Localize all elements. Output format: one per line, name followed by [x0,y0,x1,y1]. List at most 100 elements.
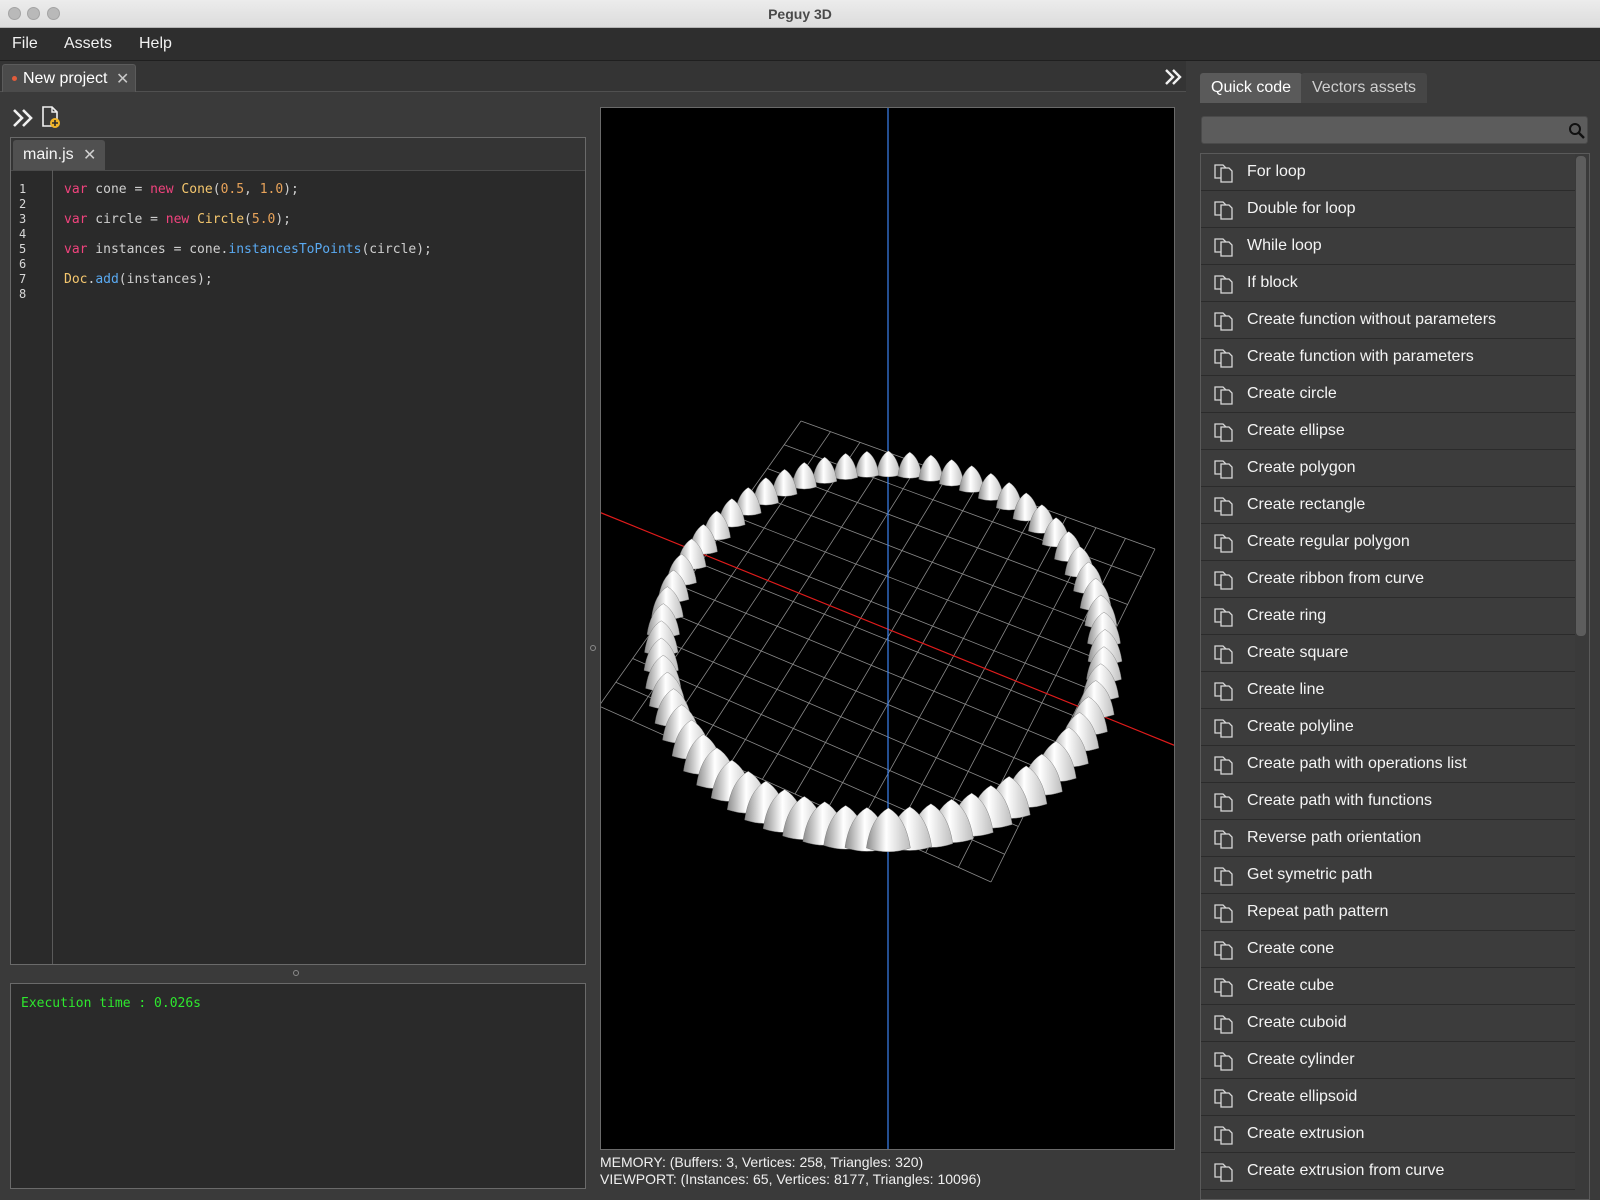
list-item-label: Create path with operations list [1247,755,1467,772]
code-text: , [244,182,260,197]
list-item[interactable]: Create extrusion [1201,1116,1575,1153]
code-editor[interactable]: main.js ✕ 1 2 3 4 5 6 7 8 var cone = new… [10,137,586,965]
grid-line [859,506,1038,824]
copy-snippet-icon [1214,460,1233,479]
line-number: 2 [19,197,27,211]
menu-assets[interactable]: Assets [64,35,112,53]
copy-snippet-icon [1214,423,1233,442]
list-item[interactable]: Create line [1201,672,1575,709]
list-item-label: Create ellipse [1247,422,1345,439]
list-item[interactable]: If block [1201,265,1575,302]
search-icon[interactable] [1568,122,1586,140]
copy-snippet-icon [1214,608,1233,627]
list-item-label: Repeat path pattern [1247,903,1389,920]
execution-time-text: Execution time : 0.026s [21,996,202,1011]
cone-instance [918,454,944,482]
list-item-label: While loop [1247,237,1322,254]
code-number: 1.0 [259,182,284,197]
menu-file[interactable]: File [12,35,38,53]
tab-vectors-assets[interactable]: Vectors assets [1301,73,1428,103]
snippet-list: Create extrusion from curve Create extrus… [1200,153,1590,1200]
copy-snippet-icon [1214,238,1233,257]
search-input[interactable] [1208,120,1552,142]
copy-snippet-icon [1214,1126,1233,1145]
run-code-icon[interactable] [12,107,34,129]
code-function: instancesToPoints [228,242,362,257]
close-tab-icon[interactable]: ✕ [116,69,129,89]
line-number: 4 [19,227,27,241]
editor-viewport-splitter[interactable] [590,645,596,651]
list-item-label: Create regular polygon [1247,533,1410,550]
copy-snippet-icon [1214,1052,1233,1071]
list-item[interactable]: Create cone [1201,931,1575,968]
project-tab[interactable]: New project ✕ [2,64,136,92]
copy-snippet-icon [1214,682,1233,701]
list-item[interactable]: For loop [1201,154,1575,191]
menu-help[interactable]: Help [139,35,172,53]
list-item[interactable]: Get symetric path [1201,857,1575,894]
list-item-label: Create cone [1247,940,1335,957]
code-text: (circle); [361,242,432,257]
close-file-tab-icon[interactable]: ✕ [83,145,96,165]
code-keyword: var [64,212,88,227]
code-text: (instances); [118,272,213,287]
list-item[interactable]: Create function with parameters [1201,339,1575,376]
list-item-label: If block [1247,274,1298,291]
memory-stats: MEMORY: (Buffers: 3, Vertices: 258, Tria… [600,1154,924,1170]
list-item[interactable]: Create ellipse [1201,413,1575,450]
list-item-label: Double for loop [1247,200,1356,217]
list-item[interactable]: Repeat path pattern [1201,894,1575,931]
list-item[interactable]: Create polygon [1201,450,1575,487]
code-line-1: var cone = new Cone(0.5, 1.0); [64,182,299,197]
list-item[interactable]: Create function without parameters [1201,302,1575,339]
copy-snippet-icon [1214,867,1233,886]
copy-snippet-icon [1214,793,1233,812]
code-text: ); [283,182,299,197]
collapse-panel-icon[interactable] [1162,66,1184,88]
list-item-label: Create ellipsoid [1247,1088,1358,1105]
tab-quick-code[interactable]: Quick code [1200,73,1303,103]
copy-snippet-icon [1214,349,1233,368]
list-item[interactable]: Create cylinder [1201,1042,1575,1079]
code-keyword: new [150,182,174,197]
list-item[interactable]: Create polyline [1201,709,1575,746]
project-tab-label: New project [23,70,108,87]
copy-snippet-icon [1214,164,1233,183]
3d-viewport[interactable] [600,107,1175,1150]
list-item[interactable]: Create regular polygon [1201,524,1575,561]
grid-line [990,548,1156,883]
cone-instance [812,456,838,484]
editor-console-splitter[interactable] [293,970,299,976]
list-item[interactable]: While loop [1201,228,1575,265]
list-scrollbar[interactable] [1576,156,1586,636]
line-number: 1 [19,182,27,196]
list-item[interactable]: Create ring [1201,598,1575,635]
copy-snippet-icon [1214,830,1233,849]
list-item[interactable]: Reverse path orientation [1201,820,1575,857]
list-item[interactable]: Create cube [1201,968,1575,1005]
right-panel: Quick code Vectors assets Create extrusi… [1186,61,1600,1200]
list-item[interactable]: Create rectangle [1201,487,1575,524]
new-file-icon[interactable] [40,105,62,129]
list-item[interactable]: Create ellipsoid [1201,1079,1575,1116]
code-class: Circle [197,212,245,227]
list-item[interactable]: Create path with functions [1201,783,1575,820]
code-line-7: Doc.add(instances); [64,272,213,287]
list-item[interactable]: Create extrusion from curve [1201,1153,1575,1190]
grid-line [699,563,1074,716]
list-item[interactable]: Create square [1201,635,1575,672]
list-item[interactable]: Create circle [1201,376,1575,413]
cone-instance [833,453,858,480]
copy-snippet-icon [1214,571,1233,590]
file-tab-main-js[interactable]: main.js ✕ [13,140,105,170]
list-item-label: Create circle [1247,385,1337,402]
code-line-5: var instances = cone.instancesToPoints(c… [64,242,432,257]
list-item-label: Create square [1247,644,1349,661]
list-item[interactable]: Create path with operations list [1201,746,1575,783]
list-item[interactable]: Create cuboid [1201,1005,1575,1042]
list-item[interactable]: Create ribbon from curve [1201,561,1575,598]
line-number: 7 [19,272,27,286]
list-item[interactable]: Double for loop [1201,191,1575,228]
copy-snippet-icon [1214,1015,1233,1034]
